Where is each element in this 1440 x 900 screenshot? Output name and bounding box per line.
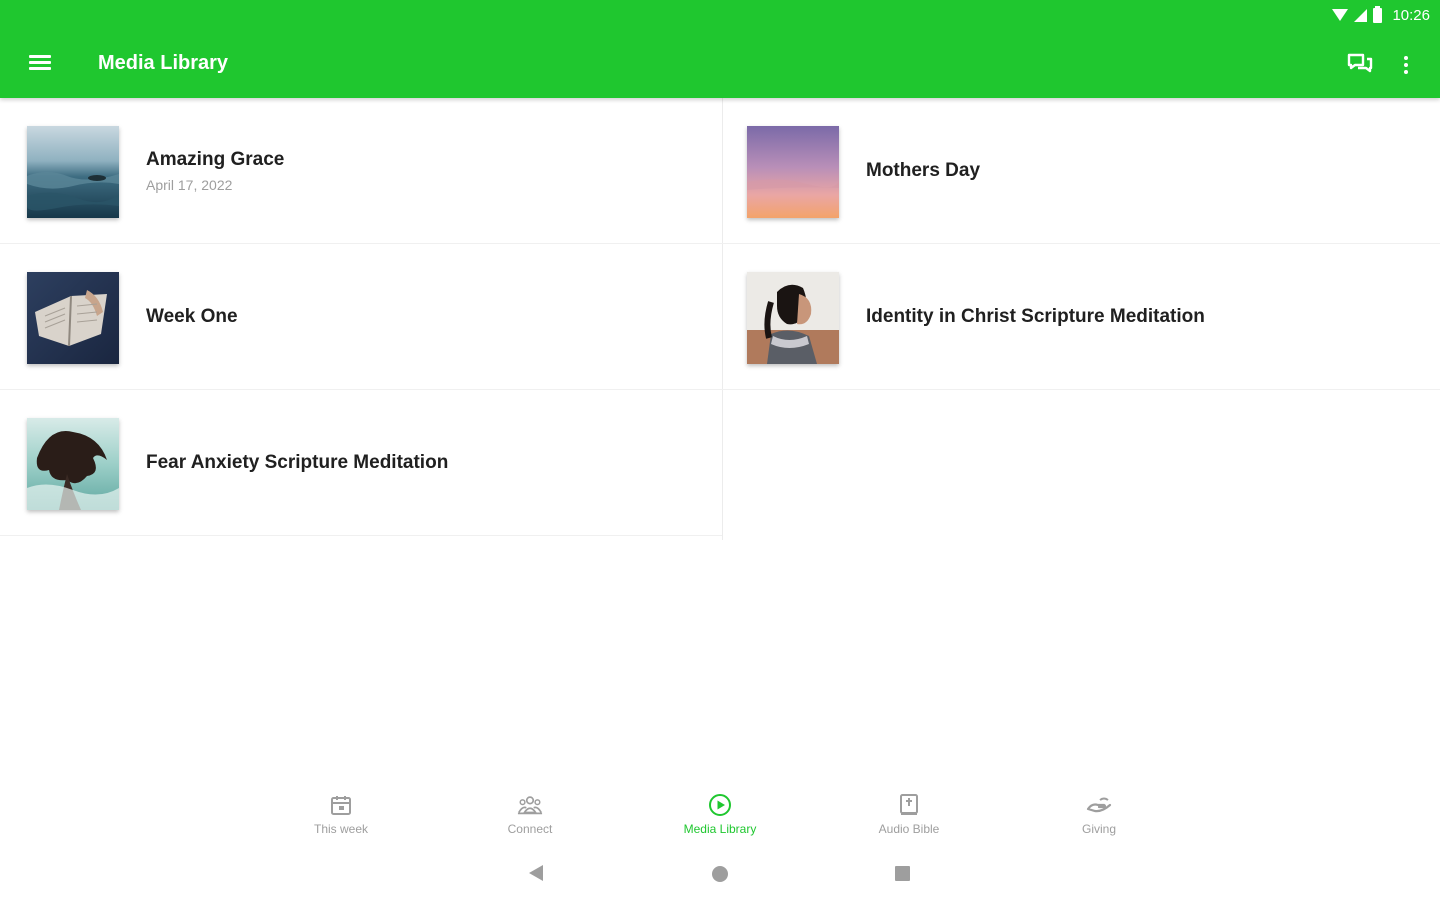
- nav-label: Media Library: [683, 822, 757, 836]
- status-bar: 10:26: [1332, 4, 1430, 26]
- item-text: Fear Anxiety Scripture Meditation: [146, 390, 448, 536]
- calendar-icon: [328, 792, 354, 818]
- item-title: Fear Anxiety Scripture Meditation: [146, 452, 449, 473]
- nav-label: Giving: [1081, 822, 1116, 836]
- nav-audio-bible[interactable]: Audio Bible: [849, 792, 969, 836]
- media-item-fear-anxiety[interactable]: Fear Anxiety Scripture Meditation: [0, 390, 722, 536]
- item-title: Week One: [146, 306, 238, 327]
- item-title: Mothers Day: [866, 160, 981, 181]
- media-item-identity-in-christ[interactable]: Identity in Christ Scripture Meditation: [722, 244, 1440, 390]
- media-item-mothers-day[interactable]: Mothers Day: [722, 98, 1440, 244]
- nav-giving[interactable]: Giving: [1039, 792, 1159, 836]
- page-title: Media Library: [98, 52, 229, 74]
- status-time: 10:26: [1392, 6, 1430, 24]
- media-item-amazing-grace[interactable]: Amazing Grace April 17, 2022: [0, 98, 722, 244]
- signal-icon: [1354, 8, 1368, 22]
- app-screen: 10:26 Media Library Amazing Grace April …: [0, 0, 1440, 900]
- home-icon[interactable]: [712, 866, 728, 882]
- nav-media-library[interactable]: Media Library: [660, 792, 780, 836]
- nav-label: This week: [313, 822, 369, 836]
- item-text: Identity in Christ Scripture Meditation: [866, 244, 1205, 390]
- item-title: Amazing Grace: [146, 149, 285, 170]
- media-item-week-one[interactable]: Week One: [0, 244, 722, 390]
- battery-icon: [1373, 5, 1383, 23]
- bible-icon: [896, 792, 922, 818]
- item-text: Week One: [146, 244, 238, 390]
- nav-label: Connect: [507, 822, 553, 836]
- recents-icon[interactable]: [895, 866, 910, 881]
- play-circle-icon: [707, 792, 733, 818]
- thumbnail-ocean-waves: [27, 126, 119, 218]
- bottom-navigation: This week Connect Media Library Audio Bi…: [0, 782, 1440, 846]
- system-navigation: [0, 850, 1440, 900]
- more-vert-icon[interactable]: [1396, 52, 1416, 78]
- nav-this-week[interactable]: This week: [281, 792, 401, 836]
- menu-icon[interactable]: [29, 54, 51, 72]
- nav-connect[interactable]: Connect: [470, 792, 590, 836]
- giving-hand-icon: [1086, 792, 1112, 818]
- item-text: Amazing Grace April 17, 2022: [146, 98, 284, 244]
- item-text: Mothers Day: [866, 98, 980, 244]
- item-date: April 17, 2022: [146, 177, 233, 193]
- nav-label: Audio Bible: [878, 822, 940, 836]
- thumbnail-open-bible: [27, 272, 119, 364]
- wifi-icon: [1332, 9, 1349, 21]
- thumbnail-hair-in-water: [27, 418, 119, 510]
- chat-icon[interactable]: [1346, 52, 1374, 78]
- back-icon[interactable]: [529, 865, 543, 881]
- item-title: Identity in Christ Scripture Meditation: [866, 306, 1205, 327]
- thumbnail-woman-profile: [747, 272, 839, 364]
- app-bar: 10:26 Media Library: [0, 0, 1440, 98]
- toolbar: Media Library: [0, 40, 1440, 88]
- group-icon: [517, 792, 543, 818]
- thumbnail-sunset-sky: [747, 126, 839, 218]
